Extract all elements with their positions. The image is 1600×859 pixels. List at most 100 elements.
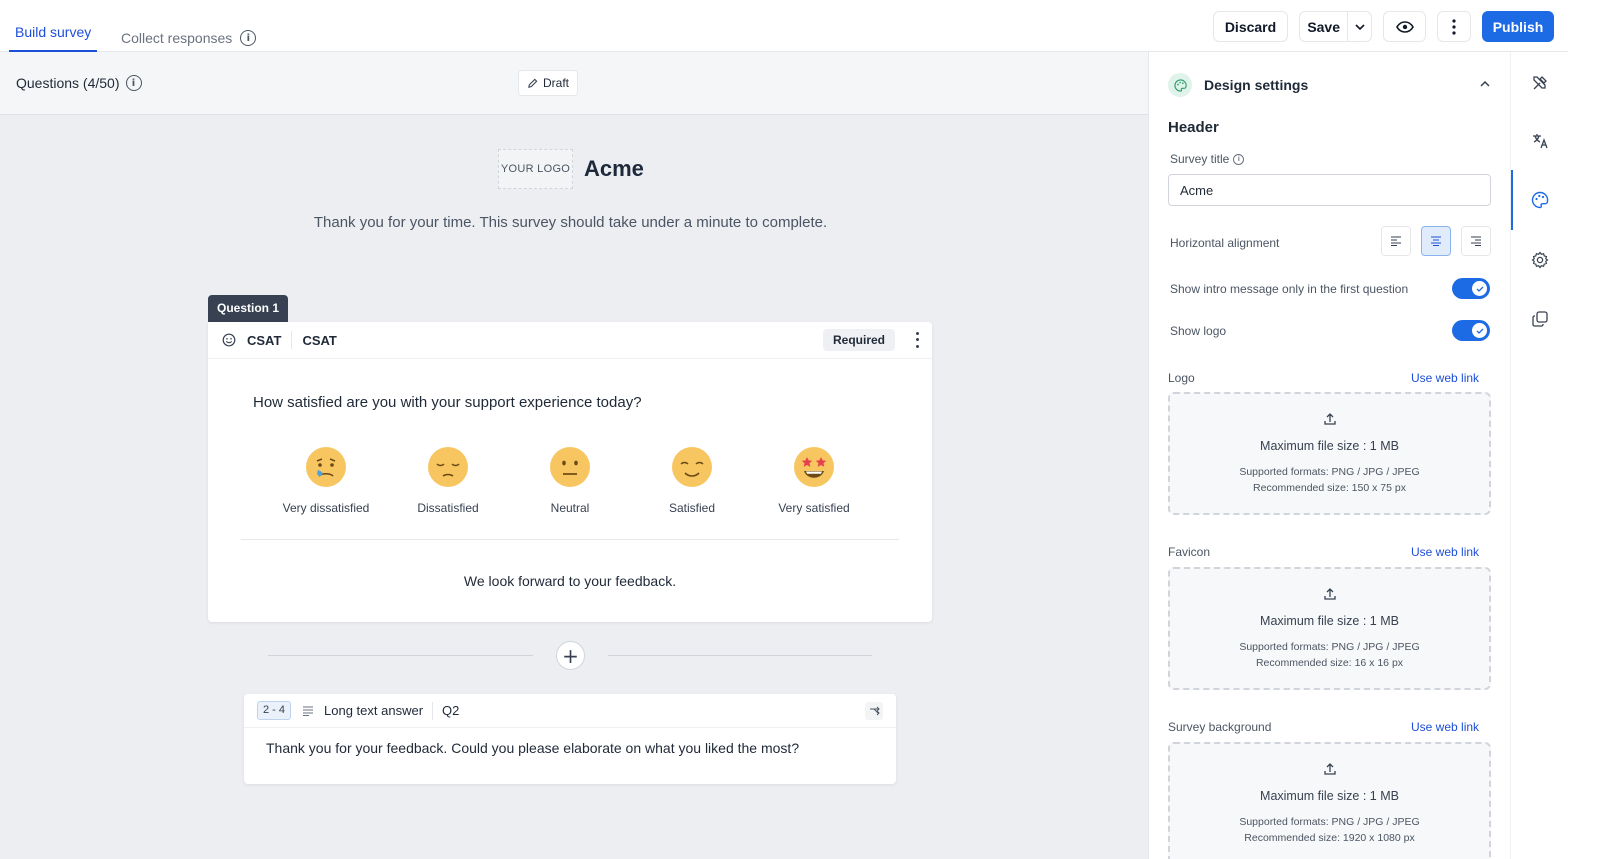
question-range-badge: 2 - 4 bbox=[257, 701, 292, 720]
tools-icon[interactable] bbox=[1511, 54, 1569, 112]
divider bbox=[268, 655, 533, 656]
palette-icon[interactable] bbox=[1511, 171, 1569, 229]
favicon-dropzone[interactable]: Maximum file size : 1 MB Supported forma… bbox=[1168, 567, 1491, 690]
section-title: Header bbox=[1168, 119, 1219, 136]
panel-title: Design settings bbox=[1204, 77, 1309, 93]
divider bbox=[432, 701, 434, 720]
show-logo-toggle[interactable] bbox=[1452, 320, 1490, 341]
logo-placeholder[interactable]: YOUR LOGO bbox=[498, 149, 573, 189]
settings-rail bbox=[1510, 52, 1568, 859]
intro-message-toggle[interactable] bbox=[1452, 278, 1490, 299]
save-options-chevron-down-icon[interactable] bbox=[1347, 12, 1371, 41]
required-badge[interactable]: Required bbox=[822, 329, 895, 351]
option-label: Very dissatisfied bbox=[282, 501, 370, 515]
question-type: Long text answer bbox=[324, 703, 424, 718]
save-button-group: Save bbox=[1299, 11, 1372, 42]
upload-hints: Supported formats: PNG / JPG / JPEG Recom… bbox=[1170, 639, 1489, 671]
publish-button[interactable]: Publish bbox=[1482, 11, 1554, 42]
question-name: Q2 bbox=[442, 703, 460, 718]
draft-label: Draft bbox=[543, 76, 570, 90]
chevron-up-icon[interactable] bbox=[1480, 81, 1490, 87]
background-upload-label: Survey background bbox=[1168, 720, 1272, 734]
background-web-link[interactable]: Use web link bbox=[1411, 720, 1479, 734]
questions-count-label: Questions (4/50) bbox=[16, 75, 120, 91]
survey-intro: Thank you for your time. This survey sho… bbox=[313, 214, 828, 231]
align-left-icon[interactable] bbox=[1381, 226, 1411, 256]
info-icon[interactable]: i bbox=[240, 30, 257, 46]
label-text: Survey title bbox=[1170, 152, 1230, 166]
option-label: Very satisfied bbox=[778, 501, 850, 515]
question-1-text: How satisfied are you with your support … bbox=[253, 394, 642, 411]
favicon-upload-label: Favicon bbox=[1168, 545, 1211, 559]
upload-icon bbox=[1170, 412, 1489, 428]
smiley-icon bbox=[222, 333, 236, 347]
logo-dropzone[interactable]: Maximum file size : 1 MB Supported forma… bbox=[1168, 392, 1491, 515]
discard-button[interactable]: Discard bbox=[1213, 11, 1288, 42]
survey-canvas: Questions (4/50) i Draft YOUR LOGO Acme … bbox=[0, 52, 1148, 859]
pensive-face-icon bbox=[428, 447, 468, 487]
upload-max-size: Maximum file size : 1 MB bbox=[1260, 439, 1399, 453]
long-text-icon bbox=[303, 705, 314, 716]
question-1-tag: Question 1 bbox=[208, 295, 289, 322]
branching-icon[interactable] bbox=[865, 702, 883, 720]
tab-build-survey[interactable]: Build survey bbox=[9, 0, 98, 52]
settings-icon[interactable] bbox=[1511, 231, 1569, 289]
option-very-dissatisfied[interactable]: Very dissatisfied bbox=[271, 446, 381, 515]
logo-toggle-label: Show logo bbox=[1170, 324, 1227, 338]
add-question-plus-icon[interactable]: + bbox=[556, 641, 585, 670]
csat-scale: Very dissatisfied Dissatisfied Neutral S… bbox=[268, 446, 878, 526]
question-1-footer: We look forward to your feedback. bbox=[463, 573, 677, 589]
preview-eye-icon[interactable] bbox=[1383, 11, 1426, 42]
upload-icon bbox=[1170, 762, 1489, 778]
alignment-label: Horizontal alignment bbox=[1170, 236, 1280, 250]
upload-size: Recommended size: 16 x 16 px bbox=[1255, 657, 1404, 669]
info-icon[interactable]: i bbox=[125, 75, 142, 91]
divider bbox=[608, 655, 872, 656]
favicon-web-link[interactable]: Use web link bbox=[1411, 545, 1479, 559]
intro-toggle-label: Show intro message only in the first que… bbox=[1170, 282, 1409, 296]
pencil-icon bbox=[528, 78, 538, 88]
save-button[interactable]: Save bbox=[1300, 19, 1347, 35]
info-icon[interactable]: i bbox=[1233, 153, 1245, 165]
option-label: Neutral bbox=[550, 501, 590, 515]
copy-icon[interactable] bbox=[1511, 290, 1569, 348]
divider bbox=[241, 539, 899, 540]
translate-icon[interactable] bbox=[1511, 112, 1569, 170]
align-right-icon[interactable] bbox=[1461, 226, 1491, 256]
option-neutral[interactable]: Neutral bbox=[515, 446, 625, 515]
upload-icon bbox=[1170, 587, 1489, 603]
draft-status-badge[interactable]: Draft bbox=[518, 70, 579, 96]
question-2-text: Thank you for your feedback. Could you p… bbox=[266, 740, 800, 756]
check-icon bbox=[1472, 281, 1487, 296]
option-satisfied[interactable]: Satisfied bbox=[637, 446, 747, 515]
palette-icon bbox=[1168, 73, 1192, 97]
neutral-face-icon bbox=[550, 447, 590, 487]
tab-collect-label: Collect responses bbox=[121, 30, 233, 46]
divider bbox=[291, 331, 293, 349]
upload-formats: Supported formats: PNG / JPG / JPEG bbox=[1239, 466, 1420, 478]
upload-size: Recommended size: 150 x 75 px bbox=[1253, 482, 1406, 494]
question-2-card[interactable]: 2 - 4 Long text answer Q2 Thank you for … bbox=[244, 694, 896, 784]
top-bar: Build survey Collect responses i Discard… bbox=[0, 0, 1600, 52]
question-1-card[interactable]: CSAT CSAT Required How satisfied are you… bbox=[208, 322, 932, 622]
check-icon bbox=[1472, 323, 1487, 338]
option-label: Dissatisfied bbox=[417, 501, 479, 515]
tab-collect-responses[interactable]: Collect responses i bbox=[121, 0, 257, 52]
upload-formats: Supported formats: PNG / JPG / JPEG bbox=[1239, 641, 1420, 653]
questions-count: Questions (4/50) i bbox=[16, 75, 142, 91]
option-label: Satisfied bbox=[668, 501, 716, 515]
background-dropzone[interactable]: Maximum file size : 1 MB Supported forma… bbox=[1168, 742, 1491, 859]
option-dissatisfied[interactable]: Dissatisfied bbox=[393, 446, 503, 515]
logo-web-link[interactable]: Use web link bbox=[1411, 371, 1479, 385]
question-name: CSAT bbox=[302, 332, 337, 348]
more-options-icon[interactable] bbox=[1437, 11, 1471, 42]
option-very-satisfied[interactable]: Very satisfied bbox=[759, 446, 869, 515]
question-more-icon[interactable] bbox=[913, 330, 921, 350]
design-settings-header[interactable]: Design settings bbox=[1168, 73, 1494, 97]
upload-size: Recommended size: 1920 x 1080 px bbox=[1244, 832, 1415, 844]
align-center-icon[interactable] bbox=[1421, 226, 1451, 256]
survey-title-input[interactable] bbox=[1168, 174, 1491, 206]
survey-title: Acme bbox=[584, 156, 644, 181]
window-edge bbox=[1568, 0, 1600, 859]
survey-title-label: Survey title i bbox=[1170, 152, 1245, 166]
